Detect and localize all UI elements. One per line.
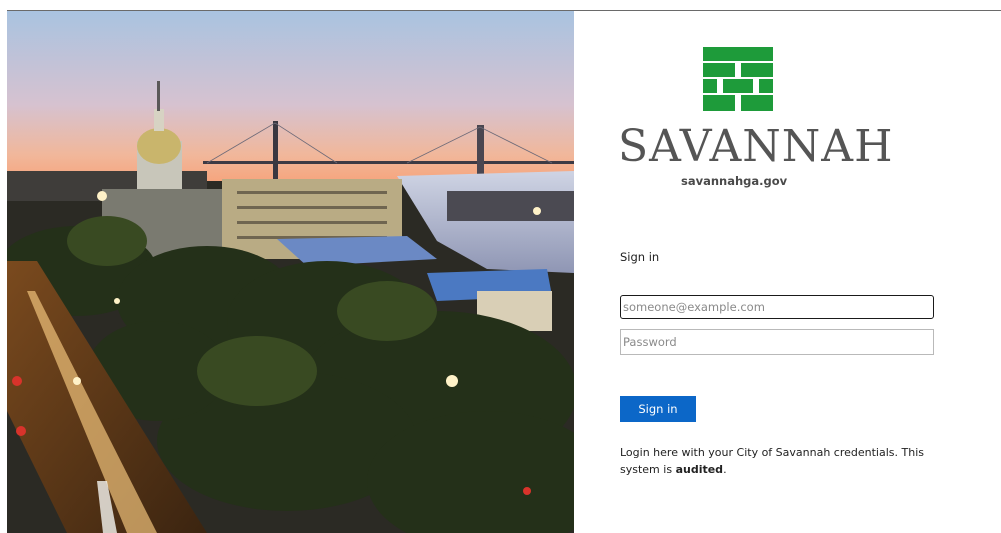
savannah-wordmark: SAVANNAH xyxy=(618,121,894,172)
audit-notice-end: . xyxy=(723,463,727,476)
sign-in-panel: SAVANNAH savannahga.gov Sign in Sign in … xyxy=(574,11,1001,532)
sign-in-heading: Sign in xyxy=(620,250,660,264)
email-input[interactable] xyxy=(620,295,934,319)
password-input[interactable] xyxy=(620,329,934,355)
audit-notice-text: Login here with your City of Savannah cr… xyxy=(620,446,924,476)
audit-notice-emphasis: audited xyxy=(675,463,724,476)
domain-label: savannahga.gov xyxy=(681,174,788,188)
city-skyline-photo xyxy=(7,10,574,533)
audit-notice: Login here with your City of Savannah cr… xyxy=(620,444,950,478)
top-margin xyxy=(0,0,1001,10)
savannah-logo-icon xyxy=(703,47,773,111)
sign-in-button[interactable]: Sign in xyxy=(620,396,696,422)
